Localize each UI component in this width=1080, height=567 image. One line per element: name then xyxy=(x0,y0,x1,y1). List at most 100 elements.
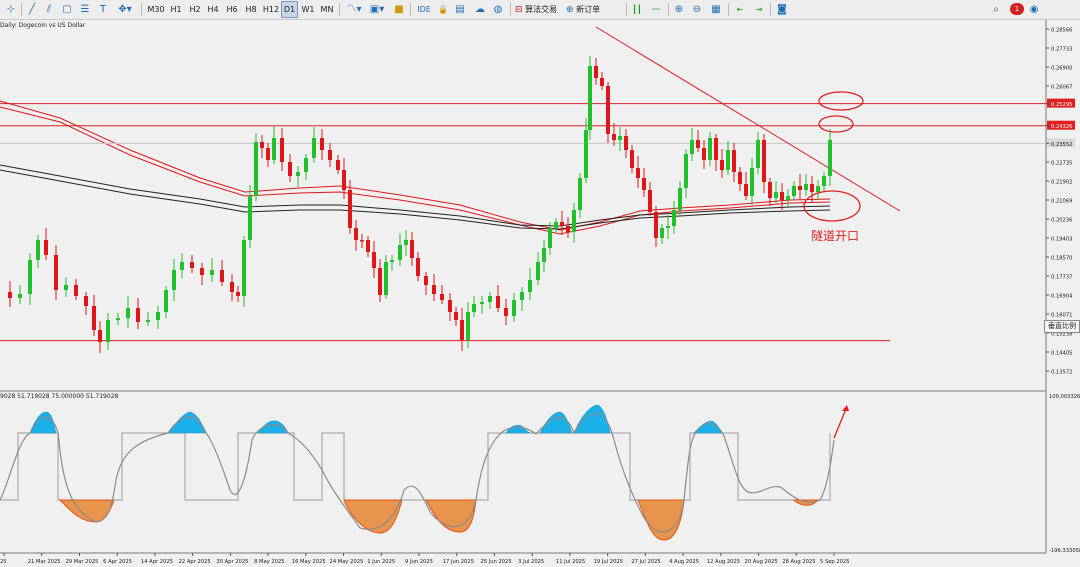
timeframe-m30[interactable]: M30 xyxy=(146,2,166,17)
bearish-candle xyxy=(702,148,706,160)
bullish-candle xyxy=(554,222,558,228)
bullish-candle xyxy=(816,186,820,192)
autoscroll-icon[interactable]: ⇤ xyxy=(733,2,747,17)
toolbar-separator xyxy=(668,3,669,16)
price-pane[interactable] xyxy=(0,20,1046,392)
bullish-candle xyxy=(172,270,176,290)
notification-badge[interactable]: 1 xyxy=(1010,3,1024,15)
bullish-candle xyxy=(210,270,214,275)
trendline-icon[interactable]: ╱ xyxy=(25,2,39,17)
indicators-icon[interactable]: ■ xyxy=(393,2,405,17)
search-icon[interactable]: ⌕ xyxy=(990,2,1002,17)
date-axis-label: 9 Jun 2025 xyxy=(405,559,433,565)
bearish-candle xyxy=(260,142,264,148)
date-axis-label: 1 Jun 2025 xyxy=(367,559,395,565)
date-axis-label: 30 Apr 2025 xyxy=(216,559,248,565)
timeframe-h2[interactable]: H2 xyxy=(186,2,204,17)
market-icon[interactable]: ▤ xyxy=(454,2,466,17)
timeframe-h1[interactable]: H1 xyxy=(167,2,185,17)
chart-type-icon[interactable]: 〽▾ xyxy=(344,2,364,17)
date-axis-label: 20 Aug 2025 xyxy=(745,559,778,565)
annotation-label: 隧道开口 xyxy=(811,229,860,243)
lock-icon[interactable]: 🔒 xyxy=(437,2,449,17)
zoom-out-icon[interactable]: ⊖ xyxy=(691,2,703,17)
date-axis-label: 3 Jul 2025 xyxy=(518,559,544,565)
price-chart[interactable]: 0.28566 0.27733 0.26900 0.26067 0.25295 0.243… xyxy=(0,20,1080,567)
price-axis-label: 0.19403 xyxy=(1051,237,1072,243)
bearish-candle xyxy=(366,240,370,252)
template-icon[interactable]: ▣▾ xyxy=(367,2,387,17)
timeframe-mn[interactable]: MN xyxy=(318,2,336,17)
timeframe-d1[interactable]: D1 xyxy=(281,1,298,18)
timeframe-h6[interactable]: H6 xyxy=(223,2,241,17)
price-axis-label: 0.20236 xyxy=(1051,218,1072,224)
indicator-axis-label: -196.333058 xyxy=(1049,548,1080,554)
bearish-candle xyxy=(266,148,270,160)
crosshair-icon[interactable]: ⊹ xyxy=(4,2,18,17)
bearish-candle xyxy=(280,138,284,162)
bullish-candle xyxy=(774,192,778,198)
line-chart-icon[interactable]: 〰 xyxy=(649,2,663,17)
algo-trading-label: 算法交易 xyxy=(525,5,558,14)
screenshot-icon[interactable]: ◙ xyxy=(775,2,789,17)
timeframe-h4[interactable]: H4 xyxy=(204,2,222,17)
bearish-candle xyxy=(630,150,634,168)
bullish-candle xyxy=(536,262,540,280)
text-tool-icon[interactable]: T xyxy=(96,2,110,17)
bearish-candle xyxy=(612,134,616,140)
bearish-candle xyxy=(504,308,508,316)
ide-button[interactable]: IDE xyxy=(415,2,433,17)
timeframe-w1[interactable]: W1 xyxy=(299,2,317,17)
rectangle-icon[interactable]: ▢ xyxy=(60,2,74,17)
bearish-candle xyxy=(720,160,724,170)
tile-windows-icon[interactable]: ▦ xyxy=(710,2,722,17)
chart-window[interactable]: 0.28566 0.27733 0.26900 0.26067 0.25295 0.243… xyxy=(0,20,1080,567)
timeframe-h8[interactable]: H8 xyxy=(242,2,260,17)
timeframe-h12[interactable]: H12 xyxy=(261,2,281,17)
bearish-candle xyxy=(642,178,646,190)
channel-icon[interactable]: ⫽ xyxy=(42,2,56,17)
bearish-candle xyxy=(136,308,140,322)
bullish-candle xyxy=(146,320,150,322)
bearish-candle xyxy=(636,168,640,178)
signals-icon[interactable]: ◍ xyxy=(492,2,504,17)
price-axis-label: 0.16071 xyxy=(1051,313,1072,319)
vertical-scale-button[interactable]: 垂直比例 xyxy=(1044,320,1080,333)
new-order-button[interactable]: ⊕ 新订单 xyxy=(566,2,606,17)
price-axis-label: 0.24326 xyxy=(1051,124,1072,130)
bullish-candle xyxy=(726,150,730,170)
zoom-in-icon[interactable]: ⊕ xyxy=(673,2,685,17)
indicator-pane[interactable] xyxy=(0,392,1046,552)
date-axis-label: 25 Jun 2025 xyxy=(480,559,511,565)
bullish-candle xyxy=(126,308,130,318)
bullish-candle xyxy=(756,140,760,168)
bar-chart-icon[interactable]: ┃┃ xyxy=(630,2,644,17)
price-axis-label: 0.21902 xyxy=(1051,180,1072,186)
bearish-candle xyxy=(410,240,414,258)
bullish-candle xyxy=(36,240,40,260)
bearish-candle xyxy=(372,252,376,268)
bearish-candle xyxy=(44,240,48,255)
algo-trading-button[interactable]: ⊟ 算法交易 xyxy=(515,2,563,17)
bullish-candle xyxy=(254,142,258,196)
chart-shift-icon[interactable]: ⇥ xyxy=(752,2,766,17)
bearish-candle xyxy=(92,306,96,330)
bullish-candle xyxy=(828,140,832,176)
bearish-candle xyxy=(288,162,292,176)
bullish-candle xyxy=(156,312,160,320)
cloud-icon[interactable]: ☁ xyxy=(474,2,486,17)
bearish-candle xyxy=(496,296,500,308)
bullish-candle xyxy=(466,312,470,340)
fibonacci-icon[interactable]: ☰ xyxy=(78,2,92,17)
price-axis-label: 0.26067 xyxy=(1051,85,1072,91)
bearish-candle xyxy=(84,296,88,306)
bearish-candle xyxy=(320,138,324,150)
bullish-candle xyxy=(588,66,592,130)
bearish-candle xyxy=(336,160,340,170)
account-icon[interactable]: ◉ xyxy=(1028,2,1040,17)
bearish-candle xyxy=(460,320,464,340)
bullish-candle xyxy=(520,292,524,300)
bearish-candle xyxy=(780,192,784,200)
shapes-menu-icon[interactable]: ✥▾ xyxy=(114,2,136,17)
bullish-candle xyxy=(672,210,676,226)
